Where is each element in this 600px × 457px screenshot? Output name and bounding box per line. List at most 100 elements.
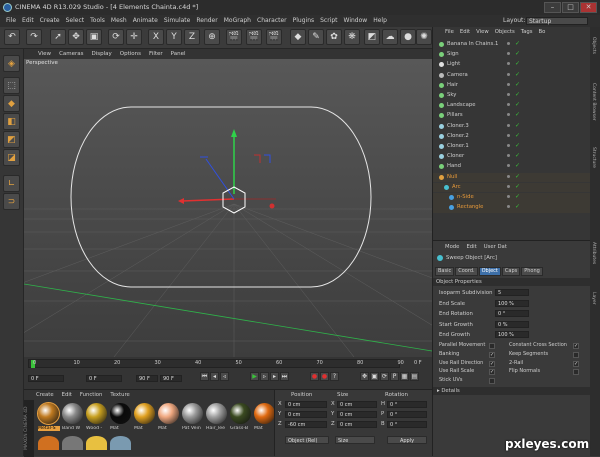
visibility-dot-icon[interactable] [507,82,510,86]
visibility-dot-icon[interactable] [507,103,510,107]
object-row[interactable]: Rectangle ✓ [433,203,591,213]
enable-check-icon[interactable]: ✓ [515,51,520,57]
size-z-field[interactable]: 0 cm [337,421,377,428]
details-section[interactable]: ▸ Details [433,387,591,395]
layout-select[interactable]: Startup [526,17,588,25]
visibility-dot-icon[interactable] [507,164,510,168]
undo-icon[interactable]: ↶ [4,29,20,45]
z-axis-icon[interactable]: Z [184,29,200,45]
material-swatch[interactable] [206,403,227,424]
keyframe-selection-icon[interactable]: ? [330,372,339,381]
object-row[interactable]: Landscape ✓ [433,101,591,111]
material-menu-edit[interactable]: Edit [62,392,72,398]
object-row[interactable]: Camera ✓ [433,71,591,81]
attribute-field-value[interactable]: 100 % [495,299,529,307]
menu-edit[interactable]: Edit [22,17,34,24]
attribute-checkbox[interactable] [573,351,579,358]
attribute-checkbox[interactable]: ✓ [573,360,579,367]
rotation-h-field[interactable]: 0 ° [387,401,427,408]
attribute-menu-user-dat[interactable]: User Dat [484,244,507,250]
redo-icon[interactable]: ↷ [26,29,42,45]
move-icon[interactable]: ✥ [68,29,84,45]
rotate-icon[interactable]: ⟳ [108,29,124,45]
param-key-icon[interactable]: P [390,372,399,381]
side-tab-attributes[interactable]: Attributes [591,242,596,264]
menu-mesh[interactable]: Mesh [111,17,127,24]
next-frame-icon[interactable]: ▹ [260,372,269,381]
visibility-dot-icon[interactable] [507,133,510,137]
position-x-field[interactable]: 0 cm [285,401,327,408]
menu-file[interactable]: File [6,17,16,24]
perspective-viewport[interactable]: Perspective [24,59,432,357]
object-row[interactable]: Hair ✓ [433,81,591,91]
object-menu-tags[interactable]: Tags [521,29,533,35]
visibility-dot-icon[interactable] [507,93,510,96]
tab-object[interactable]: Object [478,267,501,276]
menu-help[interactable]: Help [373,17,387,24]
material-swatch[interactable] [37,402,60,425]
attribute-field-value[interactable]: 0 % [495,320,529,328]
viewport-menu-display[interactable]: Display [92,51,112,57]
coordinate-mode-select[interactable]: Object (Rel) [285,436,329,444]
side-tab-content-browser[interactable]: Content Browser [591,83,596,121]
y-axis-icon[interactable]: Y [166,29,182,45]
array-icon[interactable]: ❋ [344,29,360,45]
object-tool-icon[interactable]: ◆ [3,95,20,112]
last-tool-icon[interactable]: ✛ [126,29,142,45]
menu-mograph[interactable]: MoGraph [224,17,251,24]
attribute-checkbox[interactable] [489,343,495,349]
object-row[interactable]: Cloner ✓ [433,152,591,162]
attribute-field-value[interactable]: 100 % [495,331,529,338]
close-button[interactable]: ✕ [580,2,597,13]
enable-check-icon[interactable]: ✓ [515,81,520,87]
enable-check-icon[interactable]: ✓ [515,204,520,210]
object-row[interactable]: Sign ✓ [433,50,591,60]
object-menu-objects[interactable]: Objects [495,29,515,35]
side-tab-structure[interactable]: Structure [591,147,596,168]
size-mode-select[interactable]: Size [335,436,375,444]
magnet-tool-icon[interactable]: ⊃ [3,193,20,210]
object-row[interactable]: Sky ✓ [433,91,591,101]
visibility-dot-icon[interactable] [507,62,510,66]
rotation-p-field[interactable]: 0 ° [387,411,427,418]
visibility-dot-icon[interactable] [507,154,510,158]
next-key-icon[interactable]: ▸ [270,372,279,381]
prev-frame-icon[interactable]: ◃ [220,372,229,381]
end-frame-field[interactable]: 90 F [136,375,158,382]
visibility-dot-icon[interactable] [507,205,510,209]
texture-tool-icon[interactable]: ◧ [3,113,20,130]
minimize-button[interactable]: – [544,2,561,13]
light-icon[interactable]: ✺ [416,29,432,45]
enable-check-icon[interactable]: ✓ [515,173,520,179]
object-row[interactable]: n-Side ✓ [433,193,591,203]
go-end-icon[interactable]: ⏭ [280,372,289,381]
end-frame-field-2[interactable]: 90 F [160,375,182,382]
rotation-key-icon[interactable]: ⟳ [380,372,389,381]
size-y-field[interactable]: 0 cm [337,411,377,418]
polygons-tool-icon[interactable]: ∟ [3,175,20,192]
scale-key-icon[interactable]: ▣ [370,372,379,381]
visibility-dot-icon[interactable] [507,52,510,56]
enable-check-icon[interactable]: ✓ [515,163,520,169]
record-icon[interactable]: ● [310,372,319,381]
material-swatch[interactable] [110,436,131,450]
menu-script[interactable]: Script [320,17,337,24]
spline-pen-icon[interactable]: ✎ [308,29,324,45]
enable-check-icon[interactable]: ✓ [515,102,520,108]
position-y-field[interactable]: 0 cm [285,411,327,418]
enable-check-icon[interactable]: ✓ [515,132,520,138]
object-menu-bo[interactable]: Bo [538,29,545,35]
select-arrow-icon[interactable]: ➚ [50,29,66,45]
apply-button[interactable]: Apply [387,436,427,444]
object-row[interactable]: Cloner.2 ✓ [433,132,591,142]
x-axis-icon[interactable]: X [148,29,164,45]
environment-icon[interactable]: ☁ [382,29,398,45]
side-tab-objects[interactable]: Objects [591,37,596,54]
deformer-icon[interactable]: ◩ [364,29,380,45]
attribute-checkbox[interactable]: ✓ [489,369,495,376]
menu-select[interactable]: Select [66,17,85,24]
enable-check-icon[interactable]: ✓ [515,194,520,200]
start-frame-field[interactable]: 0 F [28,375,64,382]
material-swatch[interactable] [158,403,179,424]
play-icon[interactable]: ▶ [250,372,259,381]
